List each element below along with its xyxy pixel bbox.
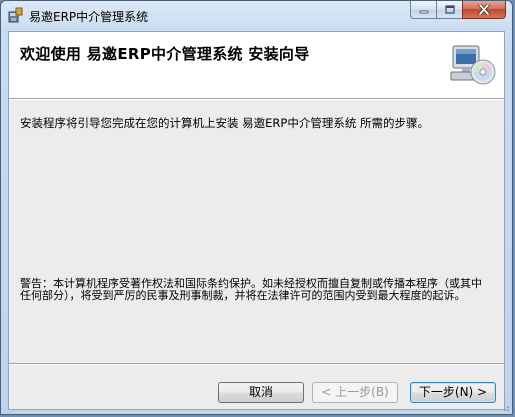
dialog-client-area: 欢迎使用 易邀ERP中介管理系统 安装向导 安装程序将引导您完成在您的计算机上安… xyxy=(8,31,505,410)
computer-cd-icon xyxy=(450,45,496,85)
maximize-icon xyxy=(444,5,455,14)
installer-app-icon xyxy=(8,7,23,23)
minimize-icon xyxy=(419,10,428,13)
close-button[interactable] xyxy=(462,1,506,19)
window-title: 易邀ERP中介管理系统 xyxy=(29,10,149,24)
title-bar[interactable]: 易邀ERP中介管理系统 xyxy=(1,1,512,31)
next-button[interactable]: 下一步(N) > xyxy=(410,382,496,403)
button-area-divider-highlight xyxy=(9,364,504,365)
close-icon xyxy=(478,4,490,15)
cancel-button[interactable]: 取消 xyxy=(218,382,304,403)
maximize-button[interactable] xyxy=(436,1,462,19)
copyright-warning-text: 警告：本计算机程序受著作权法和国际条约保护。如未经授权而擅自复制或传播本程序（或… xyxy=(20,277,482,302)
resize-grip-icon[interactable] xyxy=(500,402,510,412)
caption-buttons xyxy=(410,1,506,21)
page-title: 欢迎使用 易邀ERP中介管理系统 安装向导 xyxy=(20,45,310,63)
intro-text: 安装程序将引导您完成在您的计算机上安装 易邀ERP中介管理系统 所需的步骤。 xyxy=(20,116,429,130)
banner-divider xyxy=(9,99,504,100)
installer-window: 易邀ERP中介管理系统 欢迎使用 易邀ERP中介管理系统 安装向导 安装程序将引… xyxy=(0,0,513,415)
minimize-button[interactable] xyxy=(410,1,436,19)
back-button[interactable]: < 上一步(B) xyxy=(312,382,398,403)
header-banner: 欢迎使用 易邀ERP中介管理系统 安装向导 xyxy=(9,32,504,99)
